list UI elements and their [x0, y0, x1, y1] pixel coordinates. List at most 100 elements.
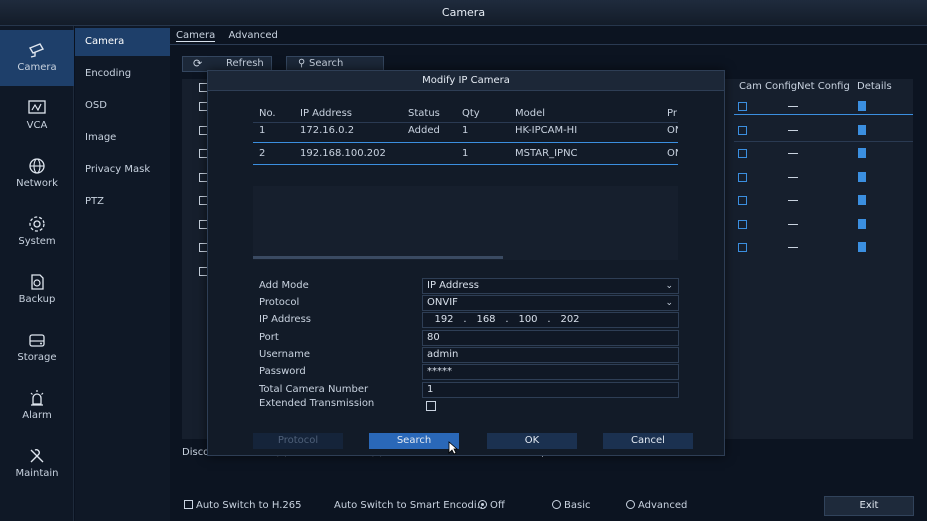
nav-maintain[interactable]: Maintain [0, 436, 74, 492]
net-config-dash [788, 106, 798, 107]
subnav-osd[interactable]: OSD [75, 92, 170, 120]
horizontal-scrollbar[interactable] [253, 256, 503, 259]
net-config-dash [788, 247, 798, 248]
camera-icon [28, 43, 45, 58]
add-mode-label: Add Mode [259, 280, 309, 291]
total-camera-input[interactable]: 1 [422, 382, 679, 398]
nav-label: Camera [17, 62, 57, 73]
nav-label: Backup [18, 294, 56, 305]
details-icon[interactable] [858, 242, 866, 252]
nav-label: Alarm [22, 410, 52, 421]
extended-transmission-checkbox[interactable] [426, 401, 436, 411]
nav-backup[interactable]: Backup [0, 262, 74, 318]
edit-icon[interactable] [738, 196, 747, 205]
col-status: Status [408, 108, 440, 119]
ip-octet-3[interactable]: 100 [511, 313, 545, 327]
cell-pr: ONVIF [667, 148, 678, 159]
nav-alarm[interactable]: Alarm [0, 378, 74, 434]
details-icon[interactable] [858, 195, 866, 205]
radio-basic-indicator[interactable] [552, 500, 561, 509]
ip-address-label: IP Address [259, 314, 311, 325]
nav-camera[interactable]: Camera [0, 30, 74, 86]
subnav-encoding[interactable]: Encoding [75, 60, 170, 88]
protocol-label: Protocol [259, 297, 300, 308]
tab-camera[interactable]: Camera [176, 30, 216, 42]
username-label: Username [259, 349, 310, 360]
nav-label: System [18, 236, 56, 247]
nav-label: Maintain [15, 468, 59, 479]
details-icon[interactable] [858, 101, 866, 111]
ip-octet-2[interactable]: 168 [469, 313, 503, 327]
nav-network[interactable]: Network [0, 146, 74, 202]
device-table: No. IP Address Status Qty Model Pr 1 172… [253, 104, 678, 260]
radio-off[interactable]: Off [478, 500, 505, 511]
edit-icon[interactable] [738, 172, 747, 182]
h265-label: Auto Switch to H.265 [196, 500, 302, 511]
total-camera-label: Total Camera Number [259, 384, 369, 395]
subnav-image[interactable]: Image [75, 124, 170, 152]
subnav-ptz[interactable]: PTZ [75, 188, 170, 216]
cell-qty: 1 [462, 148, 469, 159]
header-net-config: Net Config [797, 81, 850, 92]
refresh-icon: ⟳ [193, 57, 203, 70]
alarm-icon [30, 390, 44, 406]
cell-model: HK-IPCAM-HI [515, 125, 578, 136]
cell-qty: 1 [462, 125, 469, 136]
password-label: Password [259, 366, 306, 377]
net-config-dash [788, 223, 798, 225]
cancel-button[interactable]: Cancel [603, 433, 693, 449]
protocol-select[interactable]: ONVIF ⌄ [422, 295, 679, 311]
search-button[interactable]: Search [369, 433, 459, 449]
protocol-button[interactable]: Protocol [253, 433, 343, 449]
password-input[interactable]: ***** [422, 364, 679, 380]
nav-vca[interactable]: VCA [0, 88, 74, 144]
selected-row-bottom [253, 164, 678, 165]
subnav-camera[interactable]: Camera [75, 28, 170, 56]
h265-option[interactable]: Auto Switch to H.265 [184, 500, 301, 511]
exit-button[interactable]: Exit [824, 496, 914, 516]
port-input[interactable]: 80 [422, 330, 679, 346]
add-mode-value: IP Address [427, 280, 479, 291]
edit-icon[interactable] [738, 102, 747, 111]
nav-system[interactable]: System [0, 204, 74, 260]
col-model: Model [515, 108, 546, 119]
modify-ip-camera-dialog: Modify IP Camera No. IP Address Status Q… [207, 70, 725, 456]
col-ip: IP Address [300, 108, 352, 119]
net-config-dash [788, 153, 798, 154]
left-nav: Camera VCA Network System Backup Storage… [0, 26, 74, 521]
h265-checkbox[interactable] [184, 500, 193, 509]
subnav-privacy-mask[interactable]: Privacy Mask [75, 156, 170, 184]
add-mode-select[interactable]: IP Address ⌄ [422, 278, 679, 294]
header-details: Details [857, 81, 892, 92]
details-icon[interactable] [858, 124, 866, 135]
ip-dot: . [505, 314, 509, 325]
edit-icon[interactable] [738, 125, 747, 135]
tab-advanced[interactable]: Advanced [228, 30, 277, 41]
port-label: Port [259, 332, 279, 343]
edit-icon[interactable] [738, 243, 747, 252]
details-icon[interactable] [858, 148, 866, 158]
header-cam-config: Cam Config [739, 81, 798, 92]
radio-advanced-label: Advanced [638, 500, 688, 511]
ip-octet-1[interactable]: 192 [427, 313, 461, 327]
nav-storage[interactable]: Storage [0, 320, 74, 376]
net-config-dash [788, 200, 798, 201]
cell-ip: 192.168.100.202 [300, 148, 386, 159]
username-input[interactable]: admin [422, 347, 679, 363]
ip-octet-4[interactable]: 202 [553, 313, 587, 327]
radio-basic[interactable]: Basic [552, 500, 590, 511]
net-config-dash [788, 176, 798, 178]
ip-address-field[interactable]: 192. 168. 100. 202 [422, 312, 679, 328]
radio-advanced[interactable]: Advanced [626, 500, 687, 511]
cell-no: 2 [259, 148, 266, 159]
edit-icon[interactable] [738, 149, 747, 158]
nav-label: Storage [17, 352, 57, 363]
details-icon[interactable] [858, 218, 866, 229]
radio-advanced-indicator[interactable] [626, 500, 635, 509]
gear-icon [29, 216, 45, 232]
cell-ip: 172.16.0.2 [300, 125, 355, 136]
radio-off-indicator[interactable] [478, 500, 487, 509]
edit-icon[interactable] [738, 219, 747, 229]
ok-button[interactable]: OK [487, 433, 577, 449]
details-icon[interactable] [858, 171, 866, 182]
